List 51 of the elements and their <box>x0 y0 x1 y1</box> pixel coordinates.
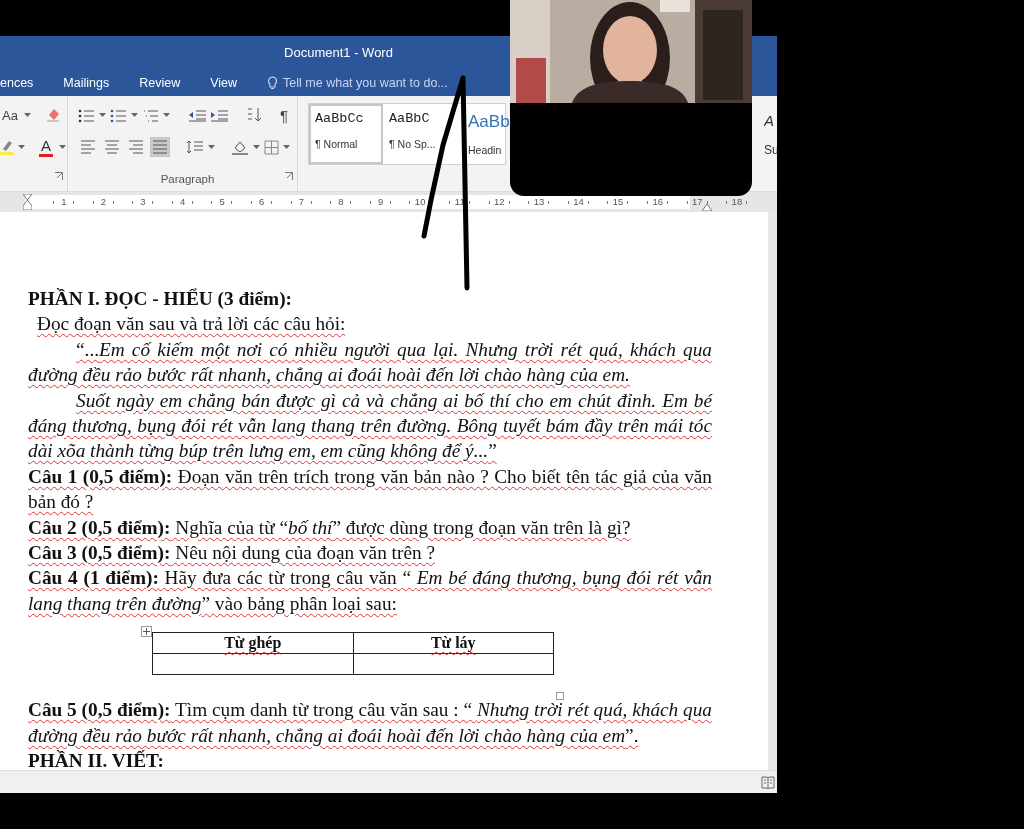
highlighter-icon[interactable] <box>0 139 14 155</box>
font-color-button[interactable]: A <box>37 136 55 158</box>
numbering-icon[interactable] <box>110 107 127 123</box>
show-marks-button[interactable]: ¶ <box>278 106 291 124</box>
indent-marker-icon[interactable] <box>23 194 32 210</box>
paragraph-text: Suốt ngày em chẳng bán được gì cả và chẳng ai bố thí cho em chút đỉnh. Em bé đáng thương, bụng đói rét vẫn lang thang trên đường. Bông tuyết bám đầy trên mái tóc dài xõa thành từng búp trên lưng em, em cũng không để ý...” <box>28 388 712 464</box>
question-text: Câu 5 (0,5 điểm): Tìm cụm danh từ trong câu văn sau : “ Nhưng trời rét quá, khách qua đường đều rảo bước rất nhanh, chẳng ai đoái hoài đến lời chào hàng của em”. <box>28 698 712 748</box>
paragraph-text: “...Em cố kiếm một nơi có nhiều người qua lại. Nhưng trời rét quá, khách qua đường đều rảo bước rất nhanh, chẳng ai đoái hoài đến lời chào hàng của em. <box>28 337 712 388</box>
decrease-indent-icon[interactable] <box>188 107 206 123</box>
ribbon-tab[interactable]: View <box>210 73 238 93</box>
caret-icon[interactable] <box>208 144 215 150</box>
question-text: Câu 1 (0,5 điểm): Đoạn văn trên trích trong văn bản nào ? Cho biết tên tác giả của văn bản đó ? <box>28 464 712 515</box>
borders-icon[interactable] <box>264 139 279 155</box>
question-text: Câu 2 (0,5 điểm): Nghĩa của từ “bố thí” được dùng trong đoạn văn trên là gì? <box>28 515 632 540</box>
dialog-launcher-icon[interactable] <box>285 171 293 180</box>
ribbon-tab[interactable]: ences <box>0 73 34 93</box>
question-text: Câu 3 (0,5 điểm): Nêu nội dung của đoạn văn trên ? <box>28 541 436 566</box>
increase-indent-icon[interactable] <box>210 107 228 123</box>
caret-icon[interactable] <box>59 144 66 150</box>
caret-icon[interactable] <box>253 144 260 150</box>
ribbon-tab[interactable]: Mailings <box>63 73 110 93</box>
caret-icon[interactable] <box>18 144 25 150</box>
caret-icon[interactable] <box>99 112 106 118</box>
read-mode-icon[interactable] <box>761 775 775 789</box>
table-move-handle-icon[interactable] <box>141 626 152 638</box>
table-resize-handle-icon[interactable] <box>556 692 564 701</box>
caret-icon[interactable] <box>131 112 138 118</box>
ribbon-tab[interactable]: Review <box>139 73 181 93</box>
table-header-cell: Từ láy <box>353 632 554 654</box>
font-size-button[interactable]: Aa <box>0 107 20 123</box>
style-sample: A <box>764 111 775 131</box>
lightbulb-icon <box>267 75 279 91</box>
dialog-launcher-icon[interactable] <box>55 171 63 180</box>
table-header-cell: Từ ghép <box>152 632 353 654</box>
multilevel-list-icon[interactable] <box>142 107 159 123</box>
clear-formatting-icon[interactable] <box>44 107 61 123</box>
caret-icon[interactable] <box>23 112 31 118</box>
sort-icon[interactable] <box>246 107 262 123</box>
tell-me-field[interactable]: Tell me what you want to do... <box>283 73 474 93</box>
shading-icon[interactable] <box>231 139 249 155</box>
section-heading: PHẦN II. VIẾT: <box>28 749 165 770</box>
question-text: Câu 4 (1 điểm): Hãy đưa các từ trong câu văn “ Em bé đáng thương, bụng đói rét vẫn lang thang trên đường” vào bảng phân loại sau: <box>28 566 712 616</box>
style-gallery-item[interactable]: AaBbCc ¶ Normal <box>309 104 383 164</box>
line-spacing-icon[interactable] <box>186 139 204 155</box>
caret-icon[interactable] <box>163 112 170 118</box>
bullets-icon[interactable] <box>78 107 95 123</box>
window-title: Document1 - Word <box>284 44 393 63</box>
paragraph-text: Đọc đoạn văn sau và trả lời các câu hỏi: <box>36 312 347 337</box>
caret-icon[interactable] <box>283 144 290 150</box>
paragraph-group-label: Paragraph <box>160 171 215 187</box>
section-heading: PHẦN I. ĐỌC - HIỂU (3 điểm): <box>28 287 294 311</box>
